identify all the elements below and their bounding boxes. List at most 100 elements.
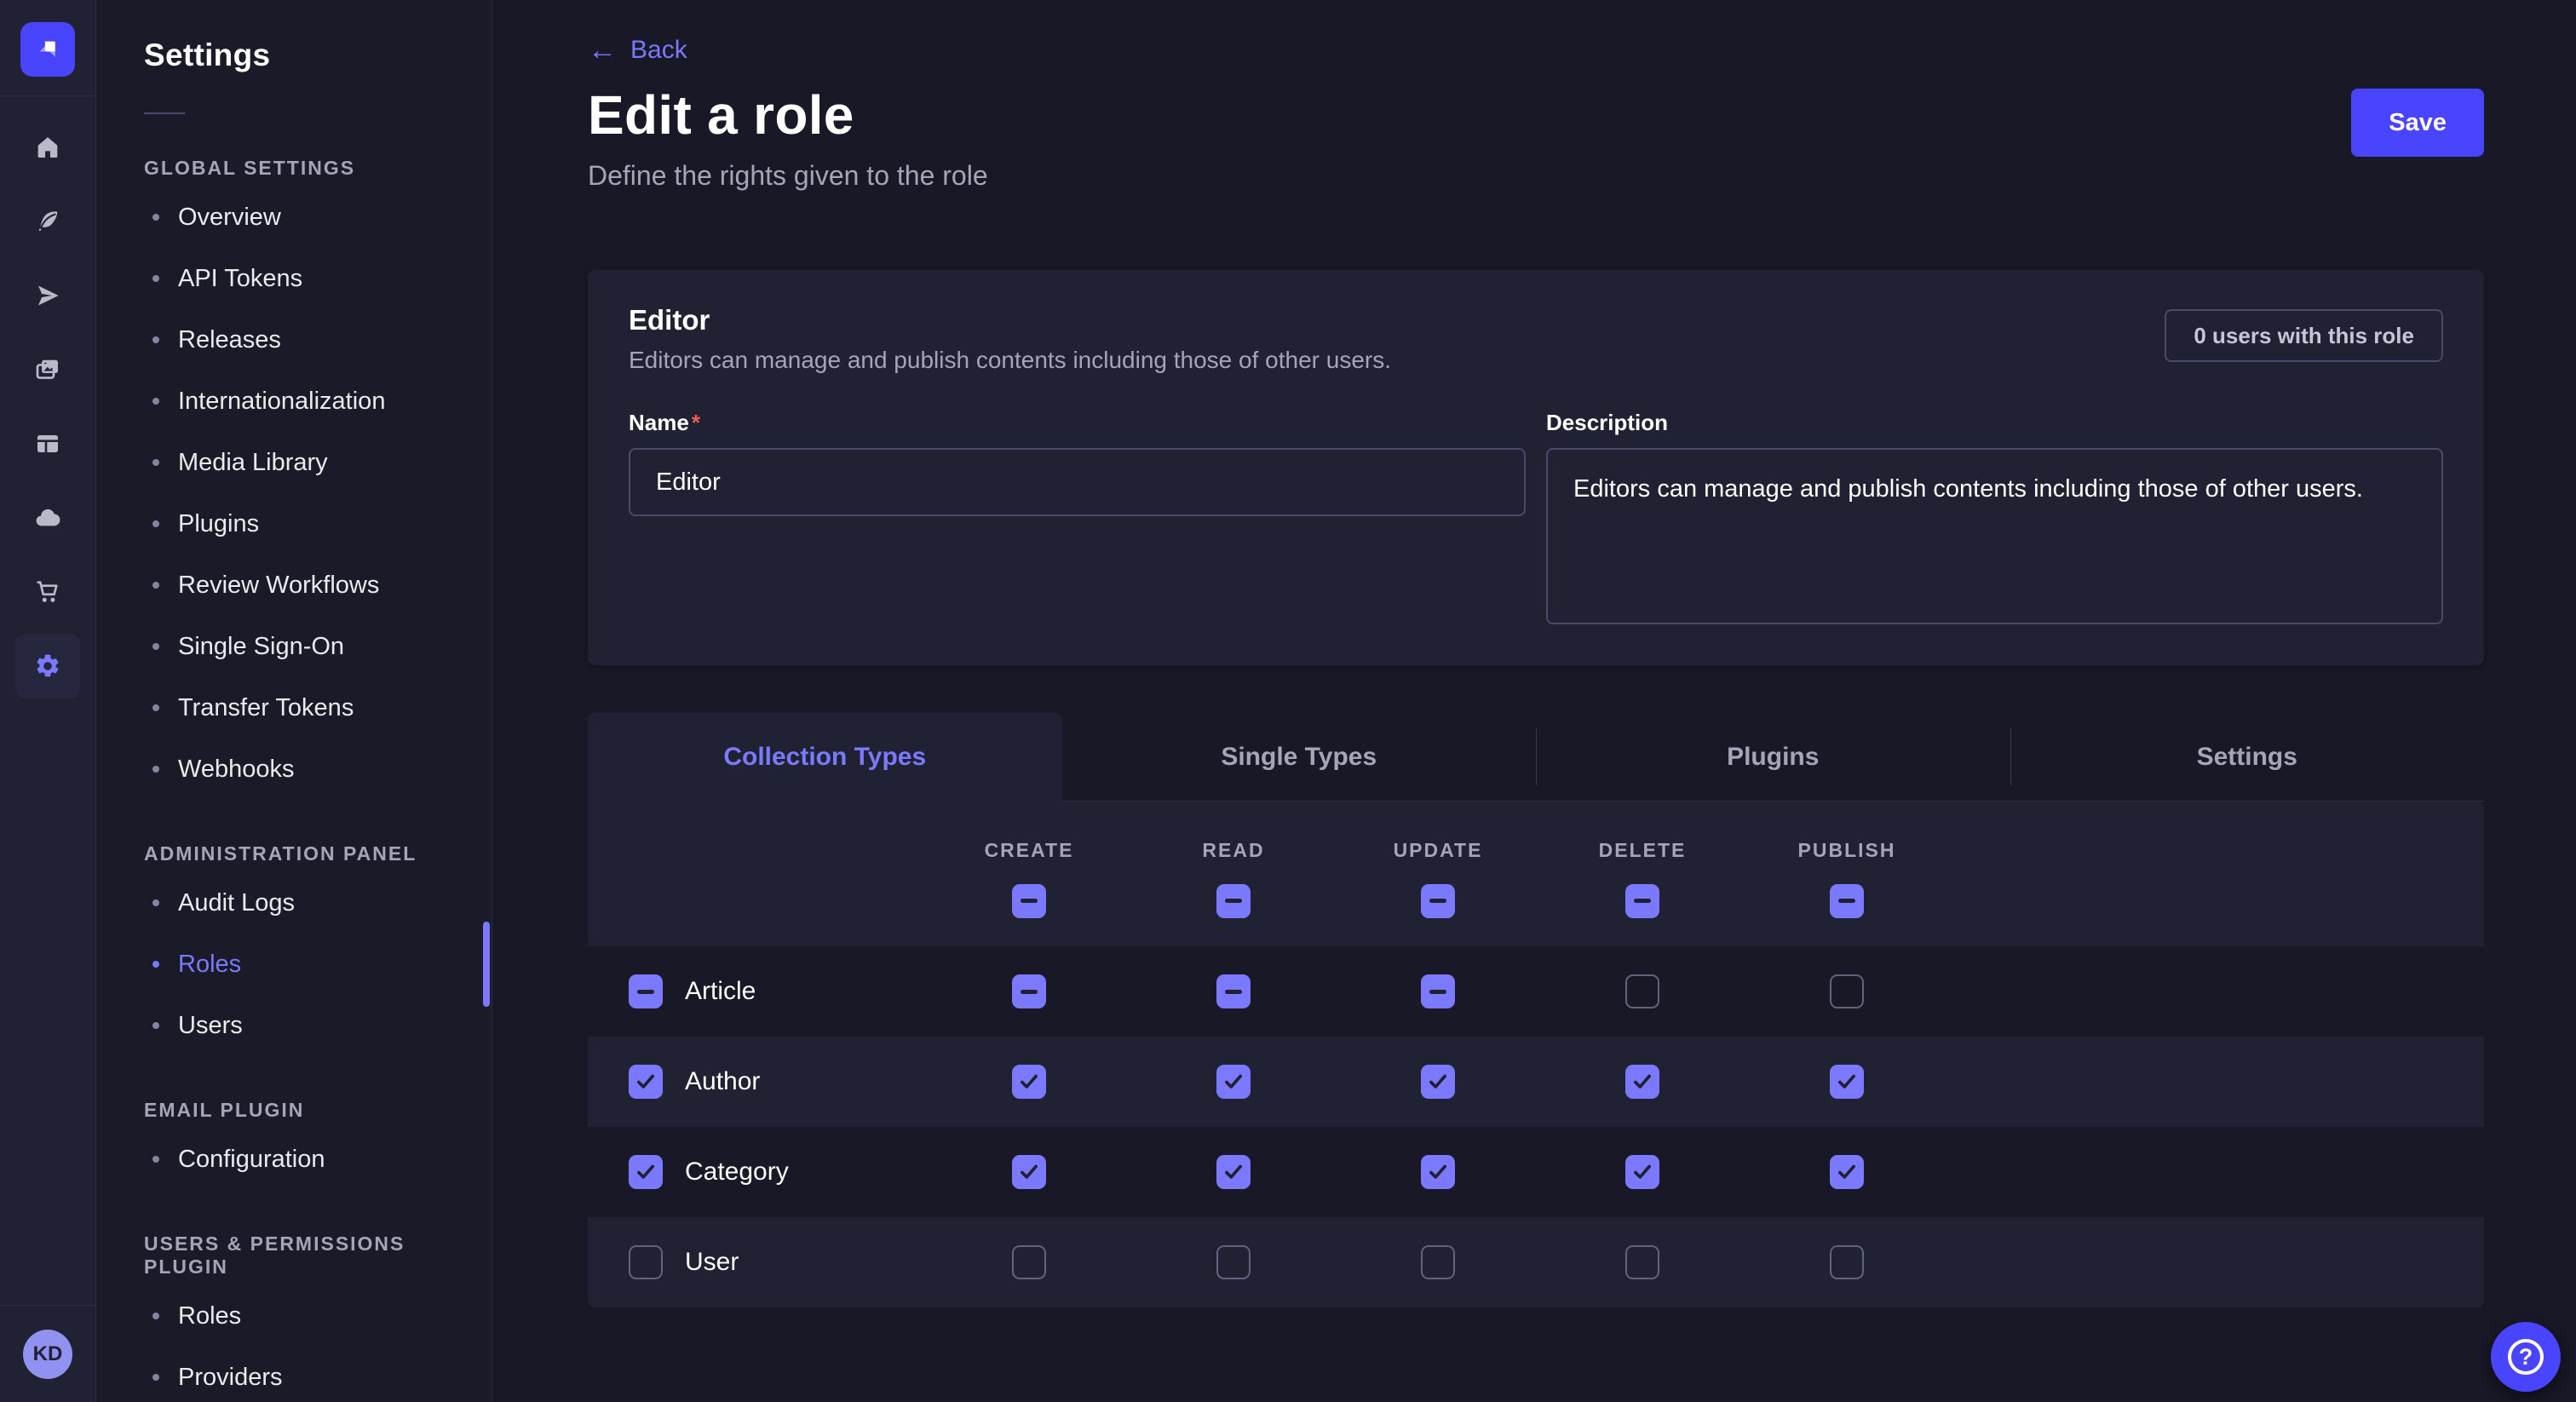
bullet-dot-icon xyxy=(152,1156,159,1163)
sidebar-item-media-library[interactable]: Media Library xyxy=(96,432,492,493)
permissions-table-body: ArticleAuthorCategoryUser xyxy=(588,946,2484,1307)
select-all-create-checkbox[interactable] xyxy=(1012,884,1046,918)
author-row-checkbox[interactable] xyxy=(629,1065,663,1099)
sidebar-item-label: Webhooks xyxy=(178,756,295,784)
check-icon xyxy=(1836,1161,1858,1183)
sidebar-item-audit-logs[interactable]: Audit Logs xyxy=(96,872,492,934)
check-icon xyxy=(1836,1071,1858,1093)
category-delete-checkbox[interactable] xyxy=(1625,1155,1659,1189)
save-button[interactable]: Save xyxy=(2351,89,2484,157)
article-update-checkbox[interactable] xyxy=(1421,974,1455,1008)
nav-paper-plane-icon[interactable] xyxy=(15,263,80,328)
user-create-checkbox[interactable] xyxy=(1012,1245,1046,1279)
nav-home-icon[interactable] xyxy=(15,115,80,180)
indeterminate-dash-icon xyxy=(1634,899,1651,903)
select-all-update-checkbox[interactable] xyxy=(1421,884,1455,918)
name-label: Name* xyxy=(629,410,1526,436)
sidebar-item-plugins[interactable]: Plugins xyxy=(96,493,492,554)
sidebar-item-webhooks[interactable]: Webhooks xyxy=(96,738,492,800)
permission-row-author: Author xyxy=(588,1037,2484,1127)
indeterminate-dash-icon xyxy=(1225,899,1242,903)
role-description-textarea[interactable]: Editors can manage and publish contents … xyxy=(1546,448,2443,624)
select-all-read-checkbox[interactable] xyxy=(1216,884,1251,918)
sidebar-item-api-tokens[interactable]: API Tokens xyxy=(96,248,492,309)
user-row-checkbox[interactable] xyxy=(629,1245,663,1279)
subnav-title-divider xyxy=(144,112,185,114)
role-name-input[interactable] xyxy=(629,448,1526,516)
nav-media-library-icon[interactable] xyxy=(15,337,80,402)
nav-settings-icon[interactable] xyxy=(15,634,80,698)
sidebar-item-transfer-tokens[interactable]: Transfer Tokens xyxy=(96,677,492,738)
page-title: Edit a role xyxy=(588,83,988,147)
category-publish-checkbox[interactable] xyxy=(1830,1155,1864,1189)
sidebar-item-label: Providers xyxy=(178,1364,283,1392)
sidebar-item-providers[interactable]: Providers xyxy=(96,1347,492,1402)
permission-cell xyxy=(927,1065,1131,1099)
category-row-checkbox[interactable] xyxy=(629,1155,663,1189)
category-read-checkbox[interactable] xyxy=(1216,1155,1251,1189)
section-header-administration-panel: ADMINISTRATION PANEL xyxy=(144,842,492,865)
user-avatar[interactable]: KD xyxy=(23,1330,72,1379)
author-update-checkbox[interactable] xyxy=(1421,1065,1455,1099)
category-update-checkbox[interactable] xyxy=(1421,1155,1455,1189)
back-link[interactable]: ← Back xyxy=(588,36,687,65)
help-button[interactable]: ? xyxy=(2491,1322,2561,1392)
sidebar-item-single-sign-on[interactable]: Single Sign-On xyxy=(96,616,492,677)
user-publish-checkbox[interactable] xyxy=(1830,1245,1864,1279)
user-read-checkbox[interactable] xyxy=(1216,1245,1251,1279)
nav-content-type-builder-icon[interactable] xyxy=(15,411,80,476)
main-content: ← Back Edit a role Define the rights giv… xyxy=(492,0,2576,1402)
sidebar-item-releases[interactable]: Releases xyxy=(96,309,492,371)
bullet-dot-icon xyxy=(152,336,159,343)
bullet-dot-icon xyxy=(152,643,159,650)
nav-cloud-icon[interactable] xyxy=(15,486,80,550)
section-header-users-permissions-plugin: USERS & PERMISSIONS PLUGIN xyxy=(144,1232,492,1278)
name-field-group: Name* xyxy=(629,410,1526,624)
row-label-cell: User xyxy=(588,1245,927,1279)
author-create-checkbox[interactable] xyxy=(1012,1065,1046,1099)
sidebar-item-label: Users xyxy=(178,1012,243,1040)
indeterminate-dash-icon xyxy=(1225,990,1242,994)
author-read-checkbox[interactable] xyxy=(1216,1065,1251,1099)
sidebar-item-review-workflows[interactable]: Review Workflows xyxy=(96,554,492,616)
select-all-delete-checkbox[interactable] xyxy=(1625,884,1659,918)
permission-row-user: User xyxy=(588,1217,2484,1307)
user-update-checkbox[interactable] xyxy=(1421,1245,1455,1279)
sidebar-item-users[interactable]: Users xyxy=(96,995,492,1056)
article-row-checkbox[interactable] xyxy=(629,974,663,1008)
author-publish-checkbox[interactable] xyxy=(1830,1065,1864,1099)
tab-plugins[interactable]: Plugins xyxy=(1536,713,2010,802)
tab-collection-types[interactable]: Collection Types xyxy=(588,713,1062,802)
sidebar-item-configuration[interactable]: Configuration xyxy=(96,1129,492,1190)
back-row: ← Back xyxy=(588,36,2484,65)
role-card-description: Editors can manage and publish contents … xyxy=(629,347,1391,374)
users-count-badge[interactable]: 0 users with this role xyxy=(2165,309,2443,362)
sidebar-item-roles[interactable]: Roles xyxy=(96,1285,492,1347)
required-asterisk: * xyxy=(692,410,700,435)
nav-marketplace-cart-icon[interactable] xyxy=(15,560,80,624)
user-delete-checkbox[interactable] xyxy=(1625,1245,1659,1279)
bullet-dot-icon xyxy=(152,398,159,405)
tab-settings[interactable]: Settings xyxy=(2010,713,2485,802)
article-delete-checkbox[interactable] xyxy=(1625,974,1659,1008)
sidebar-item-overview[interactable]: Overview xyxy=(96,187,492,248)
article-read-checkbox[interactable] xyxy=(1216,974,1251,1008)
strapi-logo[interactable] xyxy=(20,22,75,77)
column-label: CREATE xyxy=(985,839,1074,862)
author-delete-checkbox[interactable] xyxy=(1625,1065,1659,1099)
bullet-dot-icon xyxy=(152,459,159,466)
nav-feather-icon[interactable] xyxy=(15,189,80,254)
permission-cell xyxy=(1131,1155,1336,1189)
article-publish-checkbox[interactable] xyxy=(1830,974,1864,1008)
sidebar-item-internationalization[interactable]: Internationalization xyxy=(96,371,492,432)
permission-cell xyxy=(1540,1065,1745,1099)
category-create-checkbox[interactable] xyxy=(1012,1155,1046,1189)
tab-single-types[interactable]: Single Types xyxy=(1062,713,1537,802)
article-create-checkbox[interactable] xyxy=(1012,974,1046,1008)
indeterminate-dash-icon xyxy=(1021,899,1038,903)
bullet-dot-icon xyxy=(152,1374,159,1381)
bullet-dot-icon xyxy=(152,275,159,282)
sidebar-item-roles[interactable]: Roles xyxy=(96,934,492,995)
row-label-cell: Author xyxy=(588,1065,927,1099)
select-all-publish-checkbox[interactable] xyxy=(1830,884,1864,918)
